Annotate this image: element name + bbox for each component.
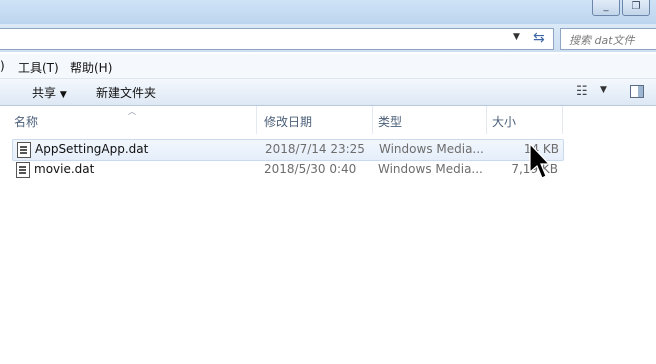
address-dropdown-icon[interactable]: ▼: [513, 32, 520, 42]
file-name: movie.dat: [34, 162, 95, 176]
menu-bar: ) 工具(T) 帮助(H): [0, 54, 656, 79]
address-bar[interactable]: ▼ ⇆: [0, 28, 554, 50]
view-options-icon[interactable]: ☷: [576, 84, 588, 99]
file-row[interactable]: movie.dat 2018/5/30 0:40 Windows Media..…: [12, 160, 562, 180]
file-icon: [17, 142, 31, 158]
column-header: ︿ 名称 修改日期 类型 大小: [0, 106, 656, 134]
chevron-down-icon: ▼: [59, 90, 67, 100]
refresh-icon[interactable]: ⇆: [533, 30, 545, 46]
file-name: AppSettingApp.dat: [35, 142, 149, 156]
view-dropdown-icon[interactable]: ▼: [600, 85, 607, 95]
file-date: 2018/5/30 0:40: [264, 162, 357, 176]
column-type[interactable]: 类型: [378, 113, 402, 130]
file-type: Windows Media...: [379, 142, 484, 156]
column-size[interactable]: 大小: [492, 113, 516, 130]
share-label: 共享: [32, 86, 57, 100]
new-folder-button[interactable]: 新建文件夹: [96, 84, 156, 101]
restore-button[interactable]: ❐: [622, 0, 650, 16]
column-date[interactable]: 修改日期: [264, 113, 312, 130]
restore-icon: ❐: [631, 0, 641, 12]
search-placeholder: 搜索 dat文件: [569, 34, 635, 47]
share-button[interactable]: 共享 ▼: [32, 84, 67, 101]
column-divider[interactable]: [562, 106, 563, 134]
file-date: 2018/7/14 23:25: [265, 142, 365, 156]
menu-item-tools[interactable]: 工具(T): [18, 59, 59, 76]
window-buttons: _ ❐: [590, 0, 650, 16]
file-row[interactable]: AppSettingApp.dat 2018/7/14 23:25 Window…: [12, 139, 564, 161]
minimize-button[interactable]: _: [592, 0, 620, 16]
search-input[interactable]: 搜索 dat文件: [560, 28, 656, 50]
menu-item-view-edge[interactable]: ): [0, 59, 5, 73]
column-divider[interactable]: [486, 106, 487, 134]
title-bar: _ ❐: [0, 0, 656, 24]
menu-item-help[interactable]: 帮助(H): [70, 59, 112, 76]
file-type: Windows Media...: [378, 162, 483, 176]
file-icon: [16, 162, 30, 178]
address-row: ▼ ⇆ 搜索 dat文件: [0, 24, 656, 52]
column-divider[interactable]: [256, 106, 257, 134]
column-divider[interactable]: [372, 106, 373, 134]
column-name[interactable]: 名称: [14, 113, 38, 130]
mouse-cursor-icon: [529, 142, 550, 179]
sort-indicator-icon: ︿: [128, 107, 136, 116]
command-bar: 共享 ▼ 新建文件夹 ☷ ▼: [0, 79, 656, 106]
preview-pane-icon[interactable]: [630, 85, 644, 98]
